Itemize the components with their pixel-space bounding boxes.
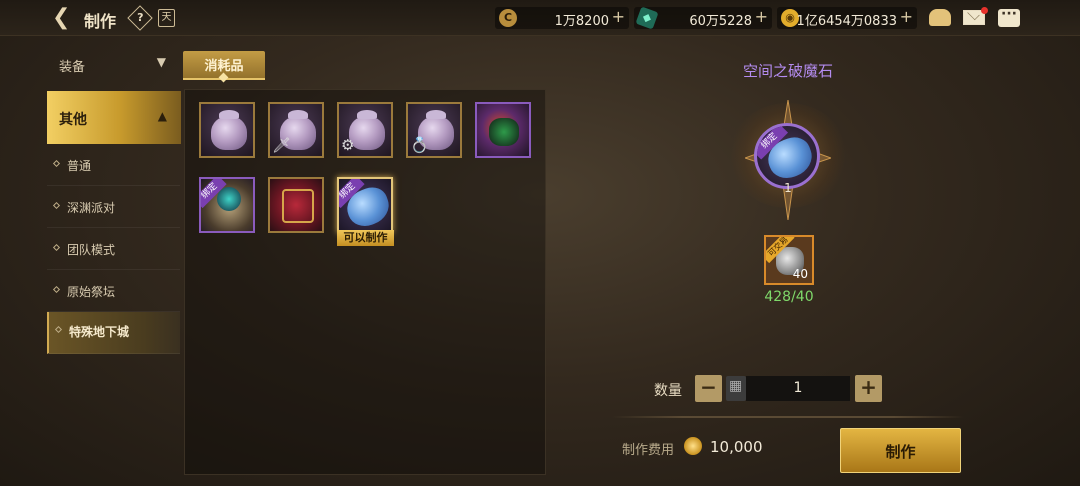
grid-slot-pot-1[interactable] xyxy=(199,102,255,158)
sidebar-item-label: 原始祭坛 xyxy=(67,285,116,299)
sidebar-item-team-mode[interactable]: 团队模式 xyxy=(47,230,180,270)
diamond-bullet-icon xyxy=(52,159,61,168)
add-gem-button[interactable]: + xyxy=(755,7,768,26)
sidebar-item-normal[interactable]: 普通 xyxy=(47,146,180,186)
currency-gem: ◆ 60万5228 + xyxy=(634,6,772,30)
craftable-badge: 可以制作 xyxy=(337,230,394,246)
currency-gold-value: 1亿6454万0833 xyxy=(796,14,897,29)
chevron-up-icon: ▲ xyxy=(157,109,167,123)
diamond-bullet-icon xyxy=(52,285,61,294)
sidebar-item-special-dungeon[interactable]: 特殊地下城 xyxy=(47,312,180,354)
add-gold-button[interactable]: + xyxy=(900,7,913,26)
sidebar-item-primal-altar[interactable]: 原始祭坛 xyxy=(47,272,180,312)
page-title: 制作 xyxy=(84,12,117,31)
result-item-slot[interactable]: 绑定 xyxy=(754,123,820,189)
grid-slot-scroll[interactable]: 绑定 xyxy=(199,177,255,233)
tab-consumables-label: 消耗品 xyxy=(204,59,244,74)
sidebar-item-label: 特殊地下城 xyxy=(69,325,130,339)
grid-slot-pot-3[interactable]: ⚙ xyxy=(337,102,393,158)
treasure-box-icon xyxy=(282,189,314,223)
grid-slot-space-stone[interactable]: 绑定 xyxy=(337,177,393,233)
category-other-label: 其他 xyxy=(59,112,87,128)
ring-icon: 💍 xyxy=(410,136,429,154)
bag-icon[interactable] xyxy=(929,9,951,26)
sidebar-item-abyss-party[interactable]: 深渊派对 xyxy=(47,188,180,228)
chevron-down-icon: ▼ xyxy=(156,55,166,69)
add-silver-button[interactable]: + xyxy=(612,7,625,26)
fee-label: 制作费用 xyxy=(622,443,675,458)
currency-gem-value: 60万5228 xyxy=(689,14,752,29)
grid-slot-pot-4[interactable]: 💍 xyxy=(406,102,462,158)
diamond-bullet-icon xyxy=(52,243,61,252)
category-other[interactable]: 其他 ▲ xyxy=(47,91,181,144)
calculator-icon[interactable] xyxy=(726,376,746,401)
currency-silver: C 1万8200 + xyxy=(495,7,629,29)
result-count: 1 xyxy=(784,181,792,195)
pot-icon xyxy=(211,116,247,150)
quantity-field[interactable]: 1 xyxy=(746,376,850,401)
dagger-icon: 🗡 xyxy=(272,136,292,154)
green-crystal-icon: ◆ xyxy=(635,6,659,30)
currency-silver-value: 1万8200 xyxy=(554,14,609,29)
decrease-quantity-button[interactable]: − xyxy=(695,375,722,402)
category-equipment[interactable]: 装备 ▼ xyxy=(47,47,180,81)
craft-button[interactable]: 制作 xyxy=(840,428,961,473)
material-required-count: 40 xyxy=(792,267,808,281)
gear-gem-icon xyxy=(217,187,241,211)
book-icon[interactable]: 天 xyxy=(158,9,175,27)
sidebar-item-label: 普通 xyxy=(67,159,92,173)
gold-coin-icon xyxy=(684,437,702,455)
currency-gold: ◉ 1亿6454万0833 + xyxy=(777,7,917,29)
grid-slot-chest[interactable] xyxy=(268,177,324,233)
jester-mask-icon xyxy=(489,118,519,146)
sidebar-item-label: 深渊派对 xyxy=(67,201,116,215)
sidebar-item-label: 团队模式 xyxy=(67,243,116,257)
grid-slot-jester[interactable] xyxy=(475,102,531,158)
material-owned-ratio: 428/40 xyxy=(764,289,814,305)
item-name: 空间之破魔石 xyxy=(742,62,833,80)
category-equipment-label: 装备 xyxy=(59,60,86,75)
divider xyxy=(612,416,964,418)
craft-button-label: 制作 xyxy=(885,443,916,461)
diamond-bullet-icon xyxy=(54,325,63,334)
grid-slot-pot-2[interactable]: 🗡 xyxy=(268,102,324,158)
currency-c-icon: C xyxy=(499,9,517,27)
diamond-bullet-icon xyxy=(52,201,61,210)
notification-dot xyxy=(981,7,988,14)
fee-value: 10,000 xyxy=(710,438,763,456)
quantity-label: 数量 xyxy=(654,383,682,399)
material-slot[interactable]: 可交易 40 xyxy=(764,235,814,285)
back-arrow-icon[interactable]: ❮ xyxy=(52,6,76,30)
chat-icon[interactable] xyxy=(998,6,1020,27)
increase-quantity-button[interactable]: + xyxy=(855,375,882,402)
gauntlet-icon: ⚙ xyxy=(341,136,355,154)
